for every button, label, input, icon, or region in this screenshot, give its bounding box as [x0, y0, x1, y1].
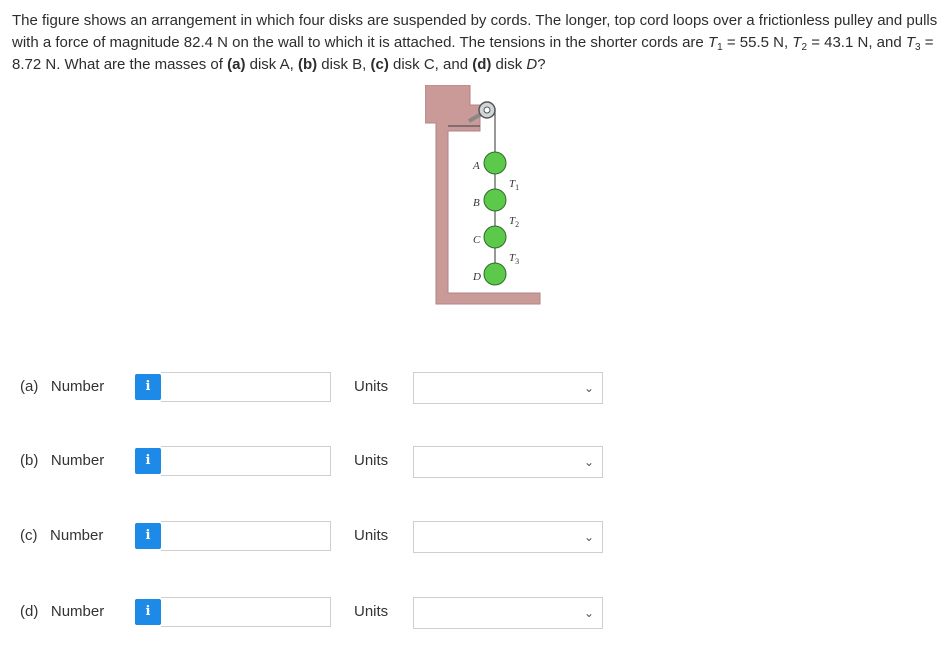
units-label-d: Units — [354, 603, 389, 620]
number-input-b[interactable] — [161, 446, 331, 476]
disk-label-b: B — [473, 197, 480, 209]
units-label-c: Units — [354, 527, 389, 544]
part-label-a: (a) Number — [20, 378, 105, 395]
part-label-b: (b) Number — [20, 452, 105, 469]
disk-arrangement-figure: A B C D T1 T2 T3 — [425, 85, 541, 305]
wall-frame — [425, 85, 541, 305]
disk-label-a: A — [472, 160, 480, 172]
number-input-c[interactable] — [161, 521, 331, 551]
tension-label-t1: T1 — [509, 178, 519, 192]
units-label-a: Units — [354, 378, 389, 395]
disk-label-c: C — [473, 234, 481, 246]
part-label-d: (d) Number — [20, 603, 105, 620]
chevron-down-icon: ⌄ — [583, 530, 594, 544]
pulley-icon — [478, 101, 496, 119]
units-select-d[interactable]: ⌄ — [413, 597, 603, 629]
number-input-a[interactable] — [161, 372, 331, 402]
info-icon[interactable]: i — [135, 448, 161, 474]
disk-c — [483, 225, 507, 249]
chevron-down-icon: ⌄ — [583, 455, 594, 469]
info-icon[interactable]: i — [135, 374, 161, 400]
info-icon[interactable]: i — [135, 599, 161, 625]
part-label-c: (c) Number — [20, 527, 104, 544]
disk-d — [483, 262, 507, 286]
info-icon[interactable]: i — [135, 523, 161, 549]
units-select-a[interactable]: ⌄ — [413, 372, 603, 404]
chevron-down-icon: ⌄ — [583, 381, 594, 395]
units-label-b: Units — [354, 452, 389, 469]
chevron-down-icon: ⌄ — [583, 606, 594, 620]
units-select-c[interactable]: ⌄ — [413, 521, 603, 553]
question-text: The figure shows an arrangement in which… — [12, 12, 938, 73]
number-input-d[interactable] — [161, 597, 331, 627]
units-select-b[interactable]: ⌄ — [413, 446, 603, 478]
disk-b — [483, 188, 507, 212]
disk-label-d: D — [472, 271, 481, 283]
tension-label-t3: T3 — [509, 252, 519, 266]
tension-label-t2: T2 — [509, 215, 519, 229]
disk-a — [483, 151, 507, 175]
